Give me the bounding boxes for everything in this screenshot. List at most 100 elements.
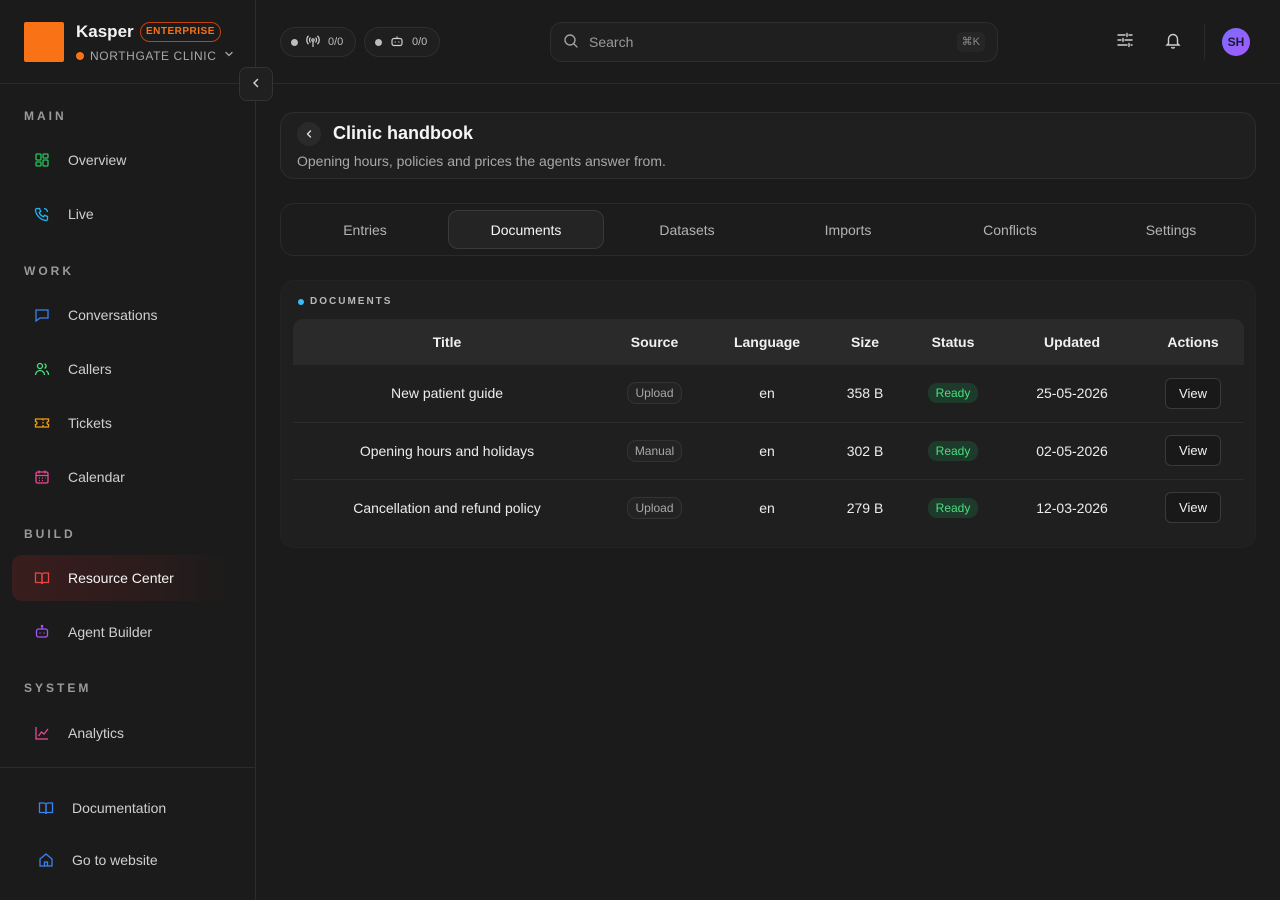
sidebar-item-live[interactable]: Live	[12, 191, 232, 237]
brand[interactable]: Kasper ENTERPRISE NORTHGATE CLINIC	[24, 22, 244, 63]
status-cell: Ready	[904, 479, 1002, 536]
sidebar-item-analytics[interactable]: Analytics	[12, 710, 232, 756]
document-title: Opening hours and holidays	[293, 422, 601, 480]
sidebar-item-label: Resource Center	[68, 570, 174, 586]
source-badge: Manual	[626, 439, 683, 462]
tab-imports[interactable]: Imports	[770, 210, 926, 249]
document-size: 358 B	[826, 365, 904, 423]
back-button[interactable]	[297, 122, 321, 146]
page-title: Clinic handbook	[333, 123, 474, 143]
search-input[interactable]	[589, 34, 939, 50]
chevron-left-icon	[304, 126, 314, 142]
document-language: en	[759, 499, 775, 516]
document-updated: 25-05-2026	[1002, 365, 1142, 423]
live-calls-indicator[interactable]: 0/0	[280, 27, 357, 57]
actions-cell: View	[1142, 365, 1244, 423]
document-size: 302 B	[826, 422, 904, 480]
table-header-row: Title Source Language Size Status Update…	[293, 319, 1244, 365]
document-updated: 02-05-2026	[1002, 422, 1142, 480]
column-header-size[interactable]: Size	[826, 319, 904, 365]
section-system: SYSTEM	[24, 681, 92, 695]
document-size: 279 B	[846, 499, 884, 516]
documents-label-text: DOCUMENTS	[310, 296, 393, 307]
bot-icon	[34, 624, 50, 640]
org-switcher[interactable]: NORTHGATE CLINIC	[76, 48, 235, 63]
sidebar-item-go-to-website[interactable]: Go to website	[12, 837, 232, 883]
table-row[interactable]: Cancellation and refund policy Upload en…	[293, 479, 1244, 536]
status-dot	[291, 38, 298, 46]
table-row[interactable]: New patient guide Upload en 358 B Ready …	[293, 365, 1244, 423]
sidebar-item-callers[interactable]: Callers	[12, 346, 232, 392]
sidebar-item-label: Documentation	[72, 800, 167, 816]
search-shortcut: ⌘K	[956, 32, 985, 52]
search-bar[interactable]: ⌘K	[550, 22, 998, 62]
filters-button[interactable]	[1114, 30, 1136, 52]
search-icon	[563, 33, 579, 52]
notifications-button[interactable]	[1162, 30, 1184, 52]
table-row[interactable]: Opening hours and holidays Manual en 302…	[293, 422, 1244, 480]
brand-name: Kasper	[76, 22, 134, 41]
home-icon	[38, 852, 54, 868]
tab-conflicts[interactable]: Conflicts	[932, 210, 1088, 249]
ticket-icon	[34, 415, 50, 431]
sidebar-item-label: Go to website	[72, 852, 158, 868]
brand-logo	[24, 22, 64, 62]
view-button[interactable]: View	[1165, 435, 1221, 466]
sidebar-item-agent-builder[interactable]: Agent Builder	[12, 609, 232, 655]
documents-table: Title Source Language Size Status Update…	[293, 319, 1244, 536]
sidebar-item-calendar[interactable]: Calendar	[12, 454, 232, 500]
collapse-sidebar-button[interactable]	[239, 67, 273, 101]
column-header-status[interactable]: Status	[904, 319, 1002, 365]
source-cell: Upload	[601, 365, 708, 423]
sidebar-item-label: Tickets	[68, 415, 112, 431]
actions-cell: View	[1142, 422, 1244, 480]
source-cell: Manual	[601, 422, 708, 480]
column-header-updated[interactable]: Updated	[1002, 319, 1142, 365]
sidebar-item-overview[interactable]: Overview	[12, 137, 232, 183]
status-cell: Ready	[904, 365, 1002, 423]
sidebar-item-tickets[interactable]: Tickets	[12, 400, 232, 446]
sidebar-item-resource-center[interactable]: Resource Center	[12, 555, 232, 601]
avatar[interactable]: SH	[1222, 28, 1250, 56]
source-badge: Upload	[627, 496, 682, 519]
column-header-source[interactable]: Source	[601, 319, 708, 365]
source-cell: Upload	[601, 479, 708, 536]
phone-icon	[34, 206, 50, 222]
section-build: BUILD	[24, 527, 76, 541]
document-title: New patient guide	[293, 365, 601, 423]
page-subtitle: Opening hours, policies and prices the a…	[297, 153, 666, 169]
tab-settings[interactable]: Settings	[1093, 210, 1249, 249]
book-open-icon	[34, 570, 50, 586]
sidebar: Kasper ENTERPRISE NORTHGATE CLINIC MAIN …	[0, 0, 256, 900]
header-separator	[1204, 24, 1205, 60]
sidebar-item-conversations[interactable]: Conversations	[12, 292, 232, 338]
sidebar-item-label: Live	[68, 206, 94, 222]
sidebar-item-documentation[interactable]: Documentation	[12, 785, 232, 831]
tab-entries[interactable]: Entries	[287, 210, 443, 249]
column-header-title[interactable]: Title	[293, 319, 601, 365]
view-button[interactable]: View	[1165, 492, 1221, 524]
view-button[interactable]: View	[1165, 377, 1221, 409]
status-badge: Ready	[927, 440, 979, 461]
sidebar-item-label: Conversations	[68, 307, 158, 323]
org-status-dot	[76, 51, 84, 60]
bot-icon	[390, 34, 404, 51]
live-calls-count: 0/0	[328, 36, 344, 48]
column-header-actions: Actions	[1142, 319, 1244, 365]
section-work: WORK	[24, 264, 74, 278]
agents-count: 0/0	[412, 36, 428, 48]
book-open-icon	[38, 800, 54, 816]
agents-indicator[interactable]: 0/0	[364, 27, 441, 57]
chart-line-icon	[34, 725, 50, 741]
source-badge: Upload	[627, 382, 682, 405]
sidebar-item-label: Agent Builder	[68, 624, 153, 640]
document-updated: 12-03-2026	[1036, 499, 1108, 516]
message-icon	[34, 307, 50, 323]
tab-documents[interactable]: Documents	[448, 210, 604, 249]
column-header-language[interactable]: Language	[708, 319, 826, 365]
document-title: Cancellation and refund policy	[353, 499, 541, 516]
sidebar-item-label: Calendar	[68, 469, 125, 485]
documents-panel: DOCUMENTS Title Source Language Size Sta…	[280, 280, 1256, 548]
tab-datasets[interactable]: Datasets	[609, 210, 765, 249]
dashboard-icon	[34, 152, 50, 168]
